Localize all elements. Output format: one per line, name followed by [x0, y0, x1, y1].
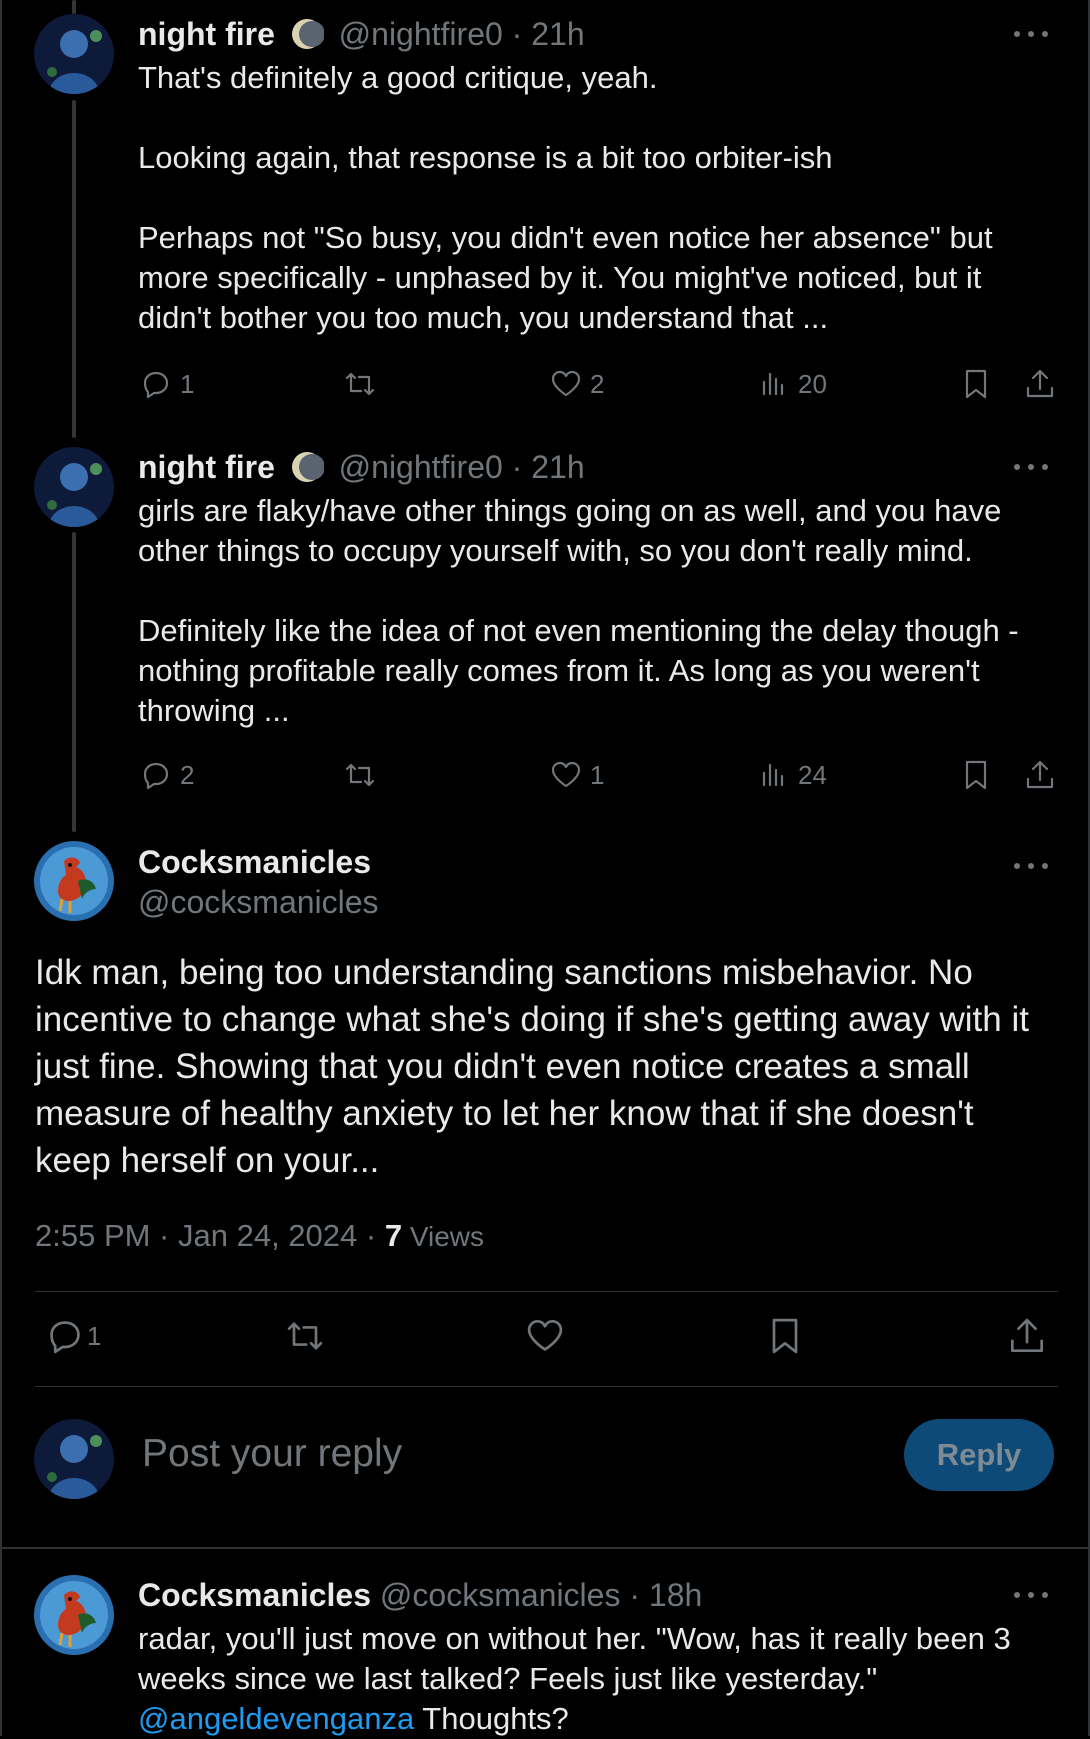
share-action[interactable]: [1022, 757, 1058, 793]
tweet-text: radar, you'll just move on without her. …: [138, 1619, 1058, 1739]
tweet-header: Cocksmanicles @cocksmanicles · 18h: [138, 1577, 702, 1614]
bookmark-icon: [772, 1318, 798, 1354]
reply-icon: [50, 1321, 80, 1354]
like-action[interactable]: [523, 1314, 567, 1358]
reply-button[interactable]: Reply: [904, 1419, 1054, 1491]
share-icon: [1010, 1318, 1044, 1353]
reply-icon: [143, 762, 169, 790]
reply-action[interactable]: 1: [43, 1314, 101, 1358]
reply-count: 1: [180, 368, 195, 399]
tweet-text: That's definitely a good critique, yeah.…: [138, 60, 993, 335]
timestamp[interactable]: 2:55 PM · Jan 24, 2024 ·: [35, 1218, 385, 1253]
post-time[interactable]: · 21h: [512, 449, 585, 485]
views-label: Views: [402, 1221, 485, 1252]
bookmark-action[interactable]: [958, 366, 994, 402]
more-options-icon[interactable]: [1014, 457, 1048, 477]
reply-icon: [143, 371, 169, 399]
tweet-text-main: radar, you'll just move on without her. …: [138, 1621, 1020, 1696]
main-actions: 1: [35, 1314, 1058, 1364]
tweet-text: girls are flaky/have other things going …: [138, 493, 1019, 728]
tweet-actions: 1 2 20: [138, 366, 1058, 406]
avatar[interactable]: [34, 1575, 114, 1655]
views-action[interactable]: 24: [756, 757, 827, 793]
divider: [35, 1386, 1058, 1387]
tweet-text: Idk man, being too understanding sanctio…: [35, 953, 1039, 1180]
bookmark-action[interactable]: [763, 1314, 807, 1358]
post-time[interactable]: · 21h: [512, 16, 585, 52]
bookmark-icon: [965, 760, 987, 790]
divider: [0, 1547, 1090, 1549]
thread-connector: [72, 100, 76, 438]
more-options-icon[interactable]: [1014, 856, 1048, 876]
author-name[interactable]: Cocksmanicles: [138, 844, 371, 881]
views-count: 24: [798, 759, 827, 790]
bookmark-action[interactable]: [958, 757, 994, 793]
views-count: 20: [798, 368, 827, 399]
avatar[interactable]: [34, 447, 114, 527]
author-handle[interactable]: @cocksmanicles: [138, 884, 379, 921]
tweet-header: night fire @nightfire0 · 21h: [138, 449, 585, 486]
author-name[interactable]: Cocksmanicles: [138, 1577, 371, 1613]
tweet-text-tail: Thoughts?: [414, 1701, 569, 1736]
like-action[interactable]: 1: [548, 757, 604, 793]
share-icon: [1026, 760, 1054, 789]
author-handle[interactable]: @nightfire0: [339, 16, 503, 52]
left-border: [0, 0, 2, 1736]
share-action[interactable]: [1005, 1314, 1049, 1358]
views-count: 7: [384, 1218, 403, 1253]
moon-icon: [291, 452, 324, 482]
retweet-action[interactable]: [342, 366, 384, 402]
like-action[interactable]: 2: [548, 366, 604, 402]
avatar[interactable]: [34, 14, 114, 94]
share-action[interactable]: [1022, 366, 1058, 402]
author-handle[interactable]: @nightfire0: [339, 449, 503, 485]
avatar[interactable]: [34, 1419, 114, 1499]
divider: [35, 1291, 1058, 1292]
views-action[interactable]: 20: [756, 366, 827, 402]
heart-icon: [551, 370, 581, 397]
tweet-header: night fire @nightfire0 · 21h: [138, 16, 585, 53]
analytics-icon: [762, 372, 784, 396]
author-name[interactable]: night fire: [138, 16, 275, 52]
retweet-action[interactable]: [342, 757, 384, 793]
timeline-frame: night fire @nightfire0 · 21h That's defi…: [0, 0, 1090, 1736]
mention-link[interactable]: @angeldevenganza: [138, 1701, 414, 1736]
more-options-icon[interactable]: [1014, 24, 1048, 44]
tweet-meta: 2:55 PM · Jan 24, 2024 · 7 Views: [35, 1218, 484, 1254]
avatar[interactable]: [34, 841, 114, 921]
retweet-icon: [345, 763, 375, 787]
heart-icon: [527, 1319, 563, 1351]
moon-icon: [291, 19, 324, 49]
thread-connector: [72, 532, 76, 832]
author-name[interactable]: night fire: [138, 449, 275, 485]
share-icon: [1026, 369, 1054, 398]
more-options-icon[interactable]: [1014, 1585, 1048, 1605]
retweet-icon: [287, 1322, 323, 1350]
reply-count: 2: [180, 759, 195, 790]
reply-count: 1: [87, 1320, 102, 1351]
reply-action[interactable]: 2: [138, 757, 194, 793]
retweet-icon: [345, 372, 375, 396]
analytics-icon: [762, 763, 784, 787]
heart-icon: [551, 761, 581, 788]
reply-input[interactable]: Post your reply: [142, 1432, 402, 1476]
author-handle[interactable]: @cocksmanicles: [380, 1577, 621, 1613]
like-count: 2: [590, 368, 605, 399]
like-count: 1: [590, 759, 605, 790]
bookmark-icon: [965, 369, 987, 399]
tweet-actions: 2 1 24: [138, 757, 1058, 797]
reply-action[interactable]: 1: [138, 366, 194, 402]
post-time[interactable]: · 18h: [629, 1577, 702, 1613]
thread-connector: [72, 0, 76, 14]
retweet-action[interactable]: [283, 1314, 327, 1358]
